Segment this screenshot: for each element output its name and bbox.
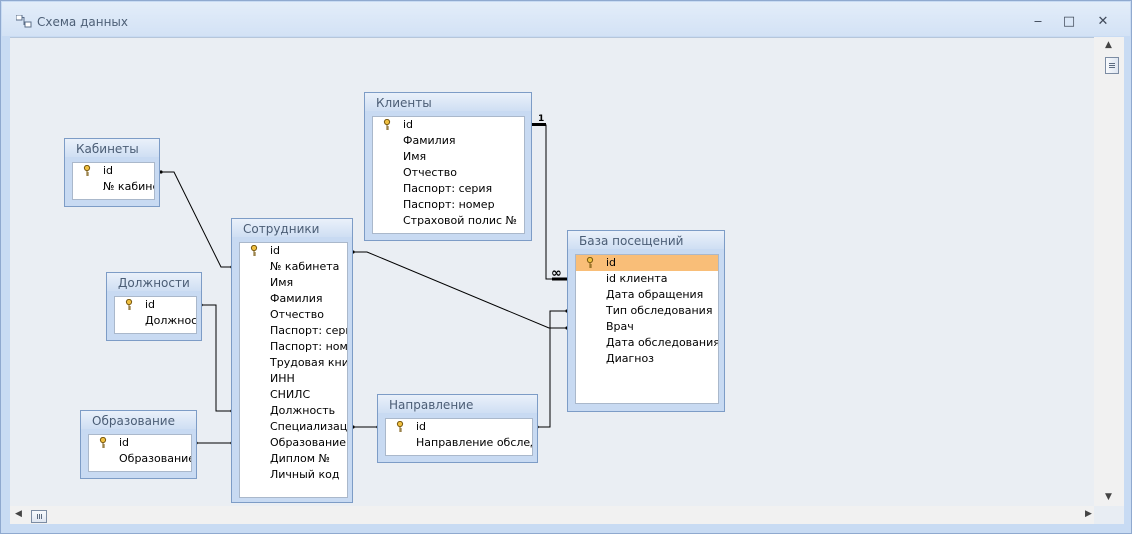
field-row[interactable]: id — [373, 117, 524, 133]
table-title[interactable]: Образование — [81, 411, 196, 429]
link-kabinety-sotrudniki — [161, 171, 232, 268]
table-title[interactable]: Направление — [378, 395, 537, 413]
field-row[interactable]: Тип обследования — [576, 303, 718, 319]
table-baza-poseshcheniy[interactable]: База посещений id id клиента Дата обраще… — [567, 230, 725, 412]
link-sotrudniki-baza — [353, 251, 567, 329]
vertical-scroll-thumb[interactable] — [1105, 57, 1119, 74]
link-dolzhnosti-sotrudniki — [201, 304, 232, 412]
vertical-scrollbar[interactable]: ▲ ▼ — [1094, 37, 1124, 506]
field-row[interactable]: Врач — [576, 319, 718, 335]
field-row[interactable]: id — [89, 435, 191, 451]
table-sotrudniki[interactable]: Сотрудники id № кабинета Имя Фамилия Отч… — [231, 218, 353, 503]
table-title[interactable]: Кабинеты — [65, 139, 159, 157]
scroll-right-arrow-icon[interactable]: ▶ — [1085, 509, 1092, 519]
table-obrazovanie[interactable]: Образование id Образование — [80, 410, 197, 479]
cardinality-many: ∞ — [551, 266, 562, 281]
scrollbar-corner — [1094, 506, 1124, 524]
minimize-button[interactable]: ‒ — [1028, 14, 1048, 30]
horizontal-scrollbar[interactable]: ◀ ▶ — [10, 506, 1094, 524]
table-title[interactable]: Сотрудники — [232, 219, 352, 237]
field-row[interactable]: Отчество — [373, 165, 524, 181]
field-row[interactable]: Должность — [115, 313, 196, 329]
link-klienty-baza — [532, 124, 567, 280]
field-row[interactable]: Дата обращения — [576, 287, 718, 303]
table-klienty[interactable]: Клиенты id Фамилия Имя Отчество Паспорт:… — [364, 92, 532, 241]
field-row[interactable]: Фамилия — [240, 291, 347, 307]
field-row[interactable]: № кабинета — [240, 259, 347, 275]
field-row[interactable]: Образование — [89, 451, 191, 467]
field-row[interactable]: Трудовая книжка — [240, 355, 347, 371]
window-title: Схема данных — [37, 15, 129, 29]
field-row[interactable]: Диплом № — [240, 451, 347, 467]
field-list: id № кабинета Имя Фамилия Отчество Паспо… — [239, 242, 348, 498]
key-icon — [396, 421, 404, 432]
field-list: id id клиента Дата обращения Тип обследо… — [575, 254, 719, 404]
field-list: id Должность — [114, 296, 197, 334]
field-row[interactable]: Паспорт: серия — [373, 181, 524, 197]
scroll-left-arrow-icon[interactable]: ◀ — [15, 509, 22, 519]
scroll-down-arrow-icon[interactable]: ▼ — [1105, 492, 1112, 502]
field-row[interactable]: id — [240, 243, 347, 259]
field-row[interactable]: Личный код — [240, 467, 347, 483]
field-row[interactable]: Дата обследования — [576, 335, 718, 351]
table-title[interactable]: База посещений — [568, 231, 724, 249]
field-row[interactable]: id — [73, 163, 154, 179]
maximize-button[interactable]: □ — [1059, 14, 1079, 30]
table-dolzhnosti[interactable]: Должности id Должность — [106, 272, 202, 341]
field-row[interactable]: id — [115, 297, 196, 313]
key-icon — [83, 165, 91, 176]
field-row[interactable]: id — [386, 419, 532, 435]
key-icon — [586, 257, 594, 268]
diagram-canvas[interactable]: 1 ∞ Клиенты id Фамилия Имя Отчество Пасп… — [10, 37, 1094, 507]
field-row[interactable]: Паспорт: серия — [240, 323, 347, 339]
table-napravlenie[interactable]: Направление id Направление обследования — [377, 394, 538, 463]
cardinality-one: 1 — [538, 114, 544, 124]
key-icon — [99, 437, 107, 448]
field-list: id Фамилия Имя Отчество Паспорт: серия П… — [372, 116, 525, 234]
table-kabinety[interactable]: Кабинеты id № кабинета — [64, 138, 160, 207]
close-button[interactable]: ✕ — [1093, 14, 1113, 30]
key-icon — [125, 299, 133, 310]
field-row[interactable]: Фамилия — [373, 133, 524, 149]
field-row[interactable]: Отчество — [240, 307, 347, 323]
relationships-window: Схема данных ‒ □ ✕ 1 ∞ Клиенты id Фамили… — [0, 0, 1132, 534]
field-row[interactable]: Паспорт: номер — [240, 339, 347, 355]
field-row[interactable]: ИНН — [240, 371, 347, 387]
field-row[interactable]: Страховой полис № — [373, 213, 524, 229]
field-row[interactable]: id клиента — [576, 271, 718, 287]
field-row[interactable]: Направление обследования — [386, 435, 532, 451]
field-row[interactable]: Образование — [240, 435, 347, 451]
field-row[interactable]: Имя — [373, 149, 524, 165]
scroll-up-arrow-icon[interactable]: ▲ — [1105, 40, 1112, 50]
table-title[interactable]: Клиенты — [365, 93, 531, 111]
field-list: id Образование — [88, 434, 192, 472]
key-icon — [250, 245, 258, 256]
field-row[interactable]: Диагноз — [576, 351, 718, 367]
field-row[interactable]: Должность — [240, 403, 347, 419]
key-icon — [383, 119, 391, 130]
horizontal-scroll-thumb[interactable] — [31, 510, 47, 523]
field-row[interactable]: СНИЛС — [240, 387, 347, 403]
relationships-icon — [16, 15, 32, 28]
field-row[interactable]: № кабинета — [73, 179, 154, 195]
field-row[interactable]: Имя — [240, 275, 347, 291]
table-title[interactable]: Должности — [107, 273, 201, 291]
field-row[interactable]: Специализация — [240, 419, 347, 435]
title-bar[interactable]: Схема данных ‒ □ ✕ — [2, 2, 1130, 36]
field-row-selected[interactable]: id — [576, 255, 718, 271]
field-list: id № кабинета — [72, 162, 155, 200]
field-list: id Направление обследования — [385, 418, 533, 456]
field-row[interactable]: Паспорт: номер — [373, 197, 524, 213]
